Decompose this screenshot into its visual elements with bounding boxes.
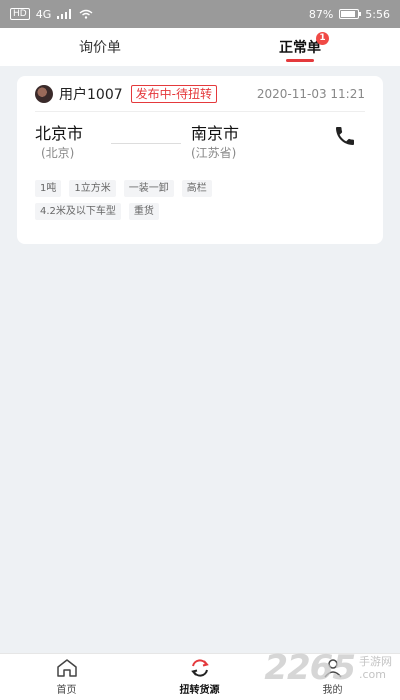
watermark-logo: 2265 手游网 .com — [264, 648, 392, 688]
cargo-tag: 1立方米 — [69, 180, 116, 197]
nav-label: 首页 — [56, 685, 77, 696]
nav-home[interactable]: 首页 — [0, 654, 133, 700]
hd-indicator: HD — [10, 8, 30, 20]
watermark-text: 手游网 .com — [359, 655, 392, 681]
cargo-tag: 重货 — [128, 203, 159, 220]
tab-normal[interactable]: 正常单 1 — [200, 28, 400, 66]
phone-icon[interactable] — [333, 124, 357, 148]
nav-transfer-goods[interactable]: 扭转货源 — [133, 654, 266, 700]
watermark-number: 2265 — [264, 648, 356, 688]
active-tab-indicator — [286, 59, 314, 62]
watermark-line2: .com — [359, 668, 386, 681]
origin-province: (北京) — [41, 146, 75, 160]
cargo-tag: 高栏 — [181, 180, 212, 197]
origin-city: 北京市 — [35, 124, 84, 143]
refresh-icon — [190, 659, 209, 677]
cargo-tag: 4.2米及以下车型 — [35, 203, 121, 220]
route: 北京市 (北京) 南京市 (江苏省) — [35, 120, 365, 180]
wifi-icon — [79, 9, 93, 19]
battery-icon — [339, 9, 362, 19]
avatar — [35, 84, 53, 103]
order-card-header: 用户1007 发布中-待扭转 2020-11-03 11:21 — [35, 76, 365, 112]
signal-indicator: 4G — [35, 7, 52, 21]
tab-label: 询价单 — [79, 40, 121, 56]
tab-inquiry[interactable]: 询价单 — [0, 28, 200, 66]
status-bar: HD 4G 87% 5:56 — [0, 0, 400, 28]
user-name: 用户1007 — [59, 86, 123, 103]
cargo-tag: 一装一卸 — [123, 180, 174, 197]
count-badge: 1 — [316, 32, 329, 45]
watermark-line1: 手游网 — [359, 655, 392, 668]
home-icon — [56, 659, 77, 677]
nav-label: 扭转货源 — [179, 685, 220, 696]
destination-city: 南京市 — [191, 124, 240, 143]
route-line — [111, 143, 181, 144]
clock: 5:56 — [365, 7, 390, 21]
destination-province: (江苏省) — [191, 146, 237, 160]
status-badge: 发布中-待扭转 — [130, 84, 217, 103]
order-card[interactable]: 用户1007 发布中-待扭转 2020-11-03 11:21 北京市 (北京)… — [17, 76, 383, 244]
cargo-tags: 1吨 1立方米 一装一卸 高栏 4.2米及以下车型 重货 — [35, 180, 285, 220]
signal-bars-icon — [57, 9, 72, 19]
order-time: 2020-11-03 11:21 — [256, 86, 365, 101]
battery-percent: 87% — [308, 7, 334, 21]
tab-label: 正常单 — [279, 40, 321, 56]
order-tabs: 询价单 正常单 1 — [0, 28, 400, 66]
cargo-tag: 1吨 — [35, 180, 62, 197]
